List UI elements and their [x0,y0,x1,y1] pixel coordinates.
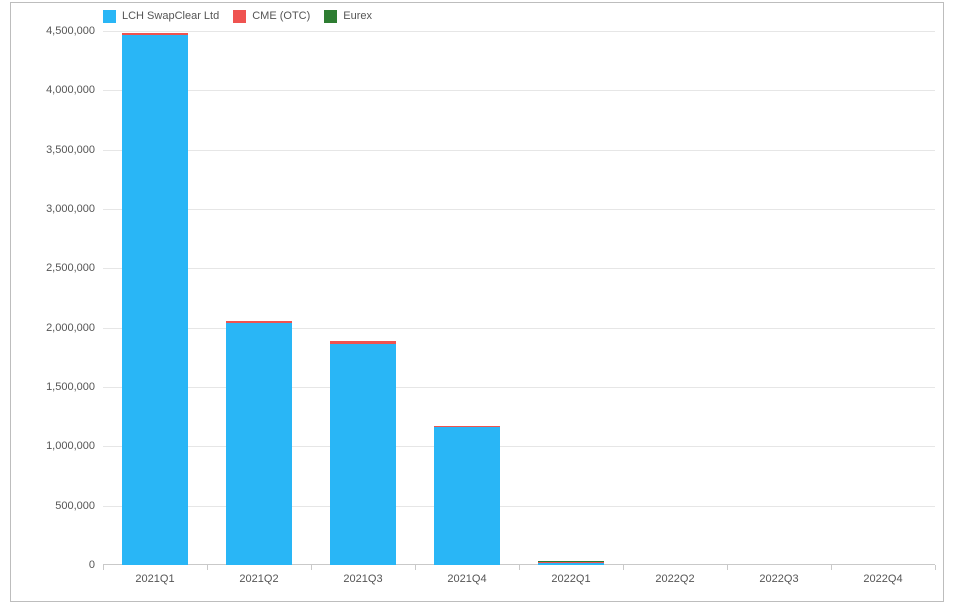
y-tick-label: 4,000,000 [33,84,95,96]
x-tick-mark [623,565,624,570]
y-tick-label: 2,000,000 [33,322,95,334]
x-tick-label: 2022Q1 [551,565,590,585]
legend: LCH SwapClear Ltd CME (OTC) Eurex [103,6,372,26]
x-tick-label: 2021Q2 [239,565,278,585]
legend-item-2: Eurex [324,10,372,23]
y-tick-label: 2,500,000 [33,262,95,274]
gridline [103,90,935,91]
x-tick-mark [103,565,104,570]
x-tick-mark [935,565,936,570]
y-tick-label: 3,500,000 [33,144,95,156]
legend-swatch-1 [233,10,246,23]
gridline [103,268,935,269]
y-tick-label: 1,500,000 [33,381,95,393]
x-tick-label: 2022Q3 [759,565,798,585]
x-tick-mark [415,565,416,570]
legend-item-1: CME (OTC) [233,10,310,23]
gridline [103,209,935,210]
chart-frame: LCH SwapClear Ltd CME (OTC) Eurex 0 500,… [10,2,944,602]
x-tick-label: 2021Q3 [343,565,382,585]
x-tick-label: 2021Q1 [135,565,174,585]
legend-label-2: Eurex [343,10,372,22]
bar-seg [330,344,397,565]
bar-seg [226,323,293,565]
y-tick-label: 500,000 [33,500,95,512]
bar-seg [434,427,501,565]
y-tick-label: 4,500,000 [33,25,95,37]
gridline [103,150,935,151]
x-tick-mark [207,565,208,570]
gridline [103,31,935,32]
bar-1 [226,321,293,565]
bar-0 [122,33,189,565]
legend-item-0: LCH SwapClear Ltd [103,10,219,23]
x-tick-label: 2022Q4 [863,565,902,585]
legend-swatch-2 [324,10,337,23]
legend-swatch-0 [103,10,116,23]
y-tick-label: 3,000,000 [33,203,95,215]
bar-2 [330,341,397,565]
x-tick-mark [311,565,312,570]
x-tick-mark [519,565,520,570]
legend-label-0: LCH SwapClear Ltd [122,10,219,22]
x-tick-label: 2022Q2 [655,565,694,585]
y-tick-label: 1,000,000 [33,440,95,452]
bar-3 [434,426,501,565]
x-tick-mark [727,565,728,570]
x-tick-label: 2021Q4 [447,565,486,585]
legend-label-1: CME (OTC) [252,10,310,22]
y-tick-label: 0 [33,559,95,571]
bar-seg [122,35,189,565]
plot-area: 0 500,000 1,000,000 1,500,000 2,000,000 … [103,31,935,565]
x-tick-mark [831,565,832,570]
